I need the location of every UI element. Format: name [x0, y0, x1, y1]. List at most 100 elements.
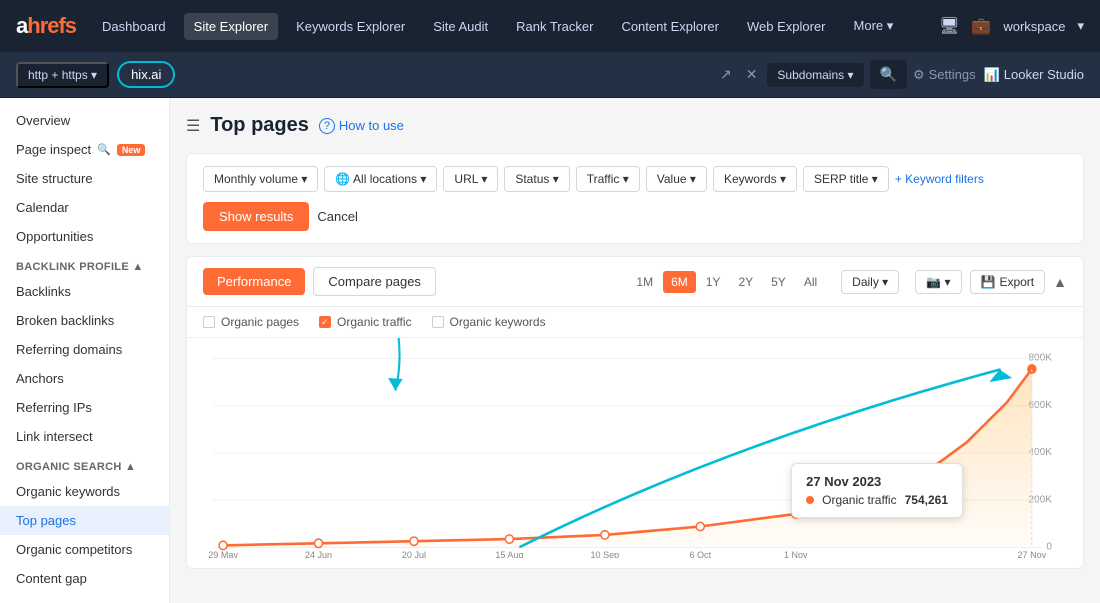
search-actions: ↗ ✕ Subdomains ▾ 🔍 ⚙ Settings: [716, 60, 976, 89]
looker-label: Looker Studio: [1004, 67, 1084, 82]
sidebar-item-backlinks[interactable]: Backlinks: [0, 277, 169, 306]
legend-organic-keywords[interactable]: Organic keywords: [432, 315, 546, 329]
sidebar-item-top-pages[interactable]: Top pages: [0, 506, 169, 535]
sidebar: Overview Page inspect 🔍 New Site structu…: [0, 98, 170, 603]
sidebar-label-calendar: Calendar: [16, 200, 69, 215]
filters-bar: Monthly volume ▾ 🌐 All locations ▾ URL ▾…: [186, 153, 1084, 244]
logo-a: a: [16, 13, 27, 38]
monitor-icon[interactable]: 🖥: [939, 16, 959, 36]
sidebar-item-overview[interactable]: Overview: [0, 106, 169, 135]
filter-url[interactable]: URL ▾: [443, 166, 498, 192]
external-link-icon[interactable]: ↗: [716, 62, 736, 87]
workspace-icon[interactable]: 💼: [971, 16, 991, 36]
sidebar-label-referring-domains: Referring domains: [16, 342, 122, 357]
cancel-button[interactable]: Cancel: [317, 209, 357, 224]
tab-performance[interactable]: Performance: [203, 268, 305, 295]
protocol-selector[interactable]: http + https ▾: [16, 62, 109, 88]
search-button[interactable]: 🔍: [870, 60, 907, 89]
collapse-button[interactable]: ▲: [1053, 274, 1067, 290]
sidebar-item-calendar[interactable]: Calendar: [0, 193, 169, 222]
svg-text:6 Oct: 6 Oct: [690, 550, 712, 558]
looker-icon: 📊: [984, 67, 1000, 83]
help-text: How to use: [339, 118, 404, 133]
sidebar-item-referring-domains[interactable]: Referring domains: [0, 335, 169, 364]
add-keyword-filters-button[interactable]: + Keyword filters: [895, 172, 984, 186]
sidebar-label-referring-ips: Referring IPs: [16, 400, 92, 415]
legend-organic-pages[interactable]: Organic pages: [203, 315, 299, 329]
time-1m[interactable]: 1M: [628, 271, 661, 293]
nav-web-explorer[interactable]: Web Explorer: [737, 13, 836, 40]
sidebar-label-organic-competitors: Organic competitors: [16, 542, 132, 557]
looker-studio-button[interactable]: 📊 Looker Studio: [984, 67, 1084, 83]
filter-traffic[interactable]: Traffic ▾: [576, 166, 640, 192]
sidebar-item-anchors[interactable]: Anchors: [0, 364, 169, 393]
hamburger-icon[interactable]: ☰: [186, 116, 200, 136]
time-6m[interactable]: 6M: [663, 271, 696, 293]
nav-rank-tracker[interactable]: Rank Tracker: [506, 13, 603, 40]
gear-icon: ⚙: [913, 67, 925, 83]
nav-keywords-explorer[interactable]: Keywords Explorer: [286, 13, 415, 40]
export-button[interactable]: 💾 Export: [970, 270, 1046, 294]
camera-button[interactable]: 📷 ▾: [915, 270, 961, 294]
sidebar-item-site-structure[interactable]: Site structure: [0, 164, 169, 193]
frequency-selector[interactable]: Daily ▾: [841, 270, 899, 294]
sidebar-section-organic: Organic search ▲: [0, 451, 169, 477]
nav-site-audit[interactable]: Site Audit: [423, 13, 498, 40]
tooltip-date: 27 Nov 2023: [806, 474, 948, 489]
time-2y[interactable]: 2Y: [730, 271, 761, 293]
tooltip-dot: [806, 496, 814, 504]
filter-keywords[interactable]: Keywords ▾: [713, 166, 797, 192]
time-all[interactable]: All: [796, 271, 825, 293]
svg-text:1 Nov: 1 Nov: [784, 550, 808, 558]
nav-more[interactable]: More ▾: [844, 12, 904, 40]
sidebar-item-broken-backlinks[interactable]: Broken backlinks: [0, 306, 169, 335]
logo[interactable]: ahrefs: [16, 13, 76, 39]
tooltip-label: Organic traffic: [822, 493, 896, 507]
checkbox-organic-keywords[interactable]: [432, 316, 444, 328]
filter-all-locations[interactable]: 🌐 All locations ▾: [324, 166, 437, 192]
workspace-button[interactable]: workspace: [1003, 19, 1065, 34]
svg-text:27 Nov: 27 Nov: [1018, 550, 1047, 558]
sidebar-item-opportunities[interactable]: Opportunities: [0, 222, 169, 251]
svg-text:15 Aug: 15 Aug: [495, 550, 523, 558]
legend-organic-traffic[interactable]: Organic traffic: [319, 315, 411, 329]
nav-dashboard[interactable]: Dashboard: [92, 13, 176, 40]
tab-compare-pages[interactable]: Compare pages: [313, 267, 436, 296]
question-icon: ?: [319, 118, 335, 134]
chart-card: Performance Compare pages 1M 6M 1Y 2Y 5Y…: [186, 256, 1084, 569]
time-1y[interactable]: 1Y: [698, 271, 729, 293]
settings-label: Settings: [929, 67, 976, 82]
page-header: ☰ Top pages ? How to use: [186, 114, 1084, 137]
subdomains-selector[interactable]: Subdomains ▾: [767, 63, 863, 87]
sidebar-item-content-gap[interactable]: Content gap: [0, 564, 169, 593]
tooltip-row: Organic traffic 754,261: [806, 493, 948, 507]
sidebar-label-opportunities: Opportunities: [16, 229, 93, 244]
sidebar-item-organic-keywords[interactable]: Organic keywords: [0, 477, 169, 506]
sidebar-item-link-intersect[interactable]: Link intersect: [0, 422, 169, 451]
chart-tooltip: 27 Nov 2023 Organic traffic 754,261: [791, 463, 963, 518]
filter-monthly-volume[interactable]: Monthly volume ▾: [203, 166, 318, 192]
legend-label-organic-keywords: Organic keywords: [450, 315, 546, 329]
domain-display[interactable]: hix.ai: [117, 61, 175, 88]
close-icon[interactable]: ✕: [742, 62, 762, 87]
settings-button[interactable]: ⚙ Settings: [913, 67, 976, 83]
filter-serp-title[interactable]: SERP title ▾: [803, 166, 889, 192]
sidebar-item-page-inspect[interactable]: Page inspect 🔍 New: [0, 135, 169, 164]
nav-site-explorer[interactable]: Site Explorer: [184, 13, 278, 40]
nav-content-explorer[interactable]: Content Explorer: [611, 13, 729, 40]
checkbox-organic-traffic[interactable]: [319, 316, 331, 328]
filter-value[interactable]: Value ▾: [646, 166, 707, 192]
filter-status[interactable]: Status ▾: [504, 166, 569, 192]
tooltip-value: 754,261: [905, 493, 948, 507]
checkbox-organic-pages[interactable]: [203, 316, 215, 328]
help-link[interactable]: ? How to use: [319, 118, 404, 134]
time-5y[interactable]: 5Y: [763, 271, 794, 293]
show-results-button[interactable]: Show results: [203, 202, 309, 231]
sidebar-item-organic-competitors[interactable]: Organic competitors: [0, 535, 169, 564]
action-row: Show results Cancel: [203, 202, 1067, 231]
sidebar-section-backlink: Backlink profile ▲: [0, 251, 169, 277]
page-title: Top pages: [210, 114, 309, 137]
legend-label-organic-pages: Organic pages: [221, 315, 299, 329]
sidebar-item-referring-ips[interactable]: Referring IPs: [0, 393, 169, 422]
time-range-selector: 1M 6M 1Y 2Y 5Y All: [628, 271, 825, 293]
